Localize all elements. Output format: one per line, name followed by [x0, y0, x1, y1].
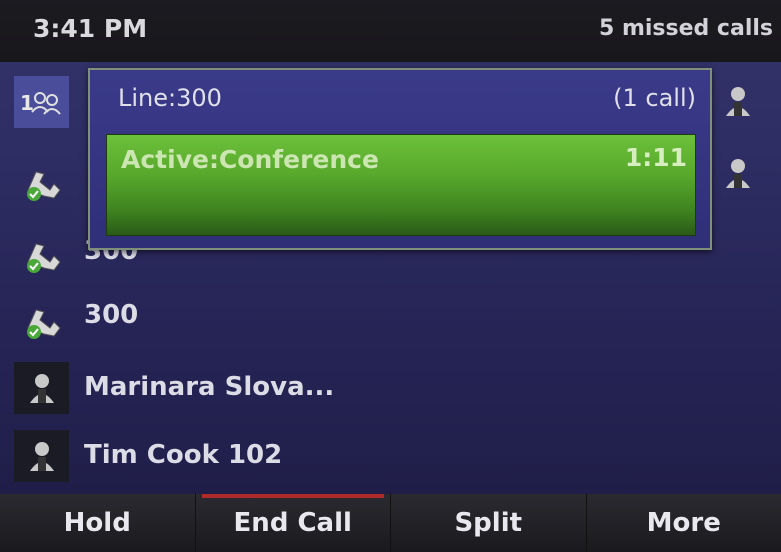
line-key-6-label: Tim Cook 102 [84, 440, 283, 470]
softkey-bar: Hold End Call Split More [0, 494, 781, 552]
line-key-4[interactable]: 300 [0, 292, 781, 350]
hold-button[interactable]: Hold [0, 494, 196, 552]
contact-icon [725, 87, 750, 116]
missed-calls-indicator[interactable]: 5 missed calls [599, 16, 773, 41]
clock-time: 3:41 PM [33, 14, 148, 43]
popup-call-count: (1 call) [613, 84, 696, 112]
line-key-5-label: Marinara Slova... [84, 372, 335, 402]
active-call-label: Active:Conference [121, 145, 379, 174]
contact-icon [14, 430, 69, 482]
status-bar: 3:41 PM 5 missed calls [0, 0, 781, 62]
right-contact-key-1[interactable] [715, 76, 760, 126]
line-key-5[interactable]: Marinara Slova... [0, 360, 781, 418]
phone-handset-icon [14, 158, 69, 210]
phone-handset-icon [14, 230, 69, 282]
active-call-timer: 1:11 [624, 143, 687, 172]
more-button[interactable]: More [587, 494, 781, 552]
end-call-button[interactable]: End Call [196, 494, 391, 552]
call-popup[interactable]: Line:300 (1 call) Active:Conference 1:11 [88, 68, 712, 250]
conference-icon: 1 [14, 76, 69, 128]
split-button[interactable]: Split [391, 494, 587, 552]
phone-screen: 3:41 PM 5 missed calls 1 300 300 Marinar… [0, 0, 781, 552]
line-key-6[interactable]: Tim Cook 102 [0, 428, 781, 486]
phone-handset-icon [14, 296, 69, 348]
popup-line-label: Line:300 [118, 84, 222, 112]
contact-icon [14, 362, 69, 414]
active-call-item[interactable]: Active:Conference 1:11 [106, 134, 696, 236]
line-key-4-label: 300 [84, 300, 139, 330]
right-contact-key-2[interactable] [715, 148, 760, 198]
contact-icon [725, 159, 750, 188]
